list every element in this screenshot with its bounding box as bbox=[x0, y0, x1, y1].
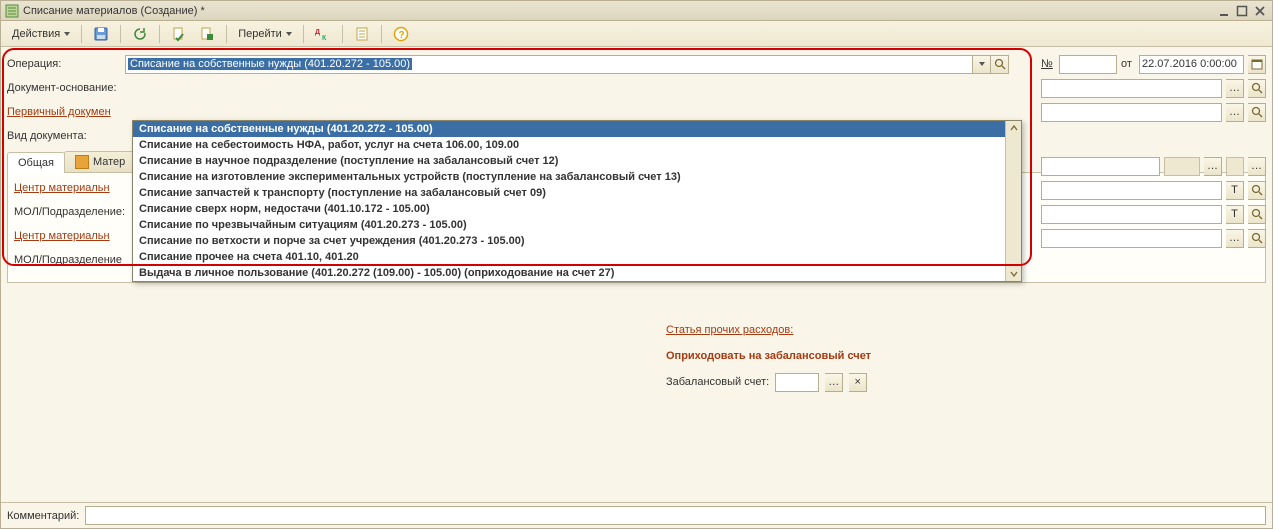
dropdown-item[interactable]: Списание по чрезвычайным ситуациям (401.… bbox=[133, 217, 1021, 233]
r-field-3[interactable] bbox=[1041, 157, 1160, 176]
operation-label: Операция: bbox=[7, 58, 125, 70]
dropdown-item[interactable]: Списание прочее на счета 401.10, 401.20 bbox=[133, 249, 1021, 265]
grid-icon bbox=[75, 155, 89, 169]
r-field-2[interactable] bbox=[1041, 103, 1222, 122]
post-close-button[interactable] bbox=[194, 24, 220, 44]
comment-label: Комментарий: bbox=[7, 510, 79, 522]
app-icon bbox=[5, 4, 19, 18]
r-field-1[interactable] bbox=[1041, 79, 1222, 98]
dropdown-item[interactable]: Списание на себестоимость НФА, работ, ус… bbox=[133, 137, 1021, 153]
bottom-bar: Комментарий: bbox=[1, 502, 1272, 528]
r-field-6-search[interactable] bbox=[1248, 229, 1266, 248]
dtkt-button[interactable]: ДК bbox=[310, 24, 336, 44]
refresh-icon bbox=[132, 26, 148, 42]
post-button[interactable] bbox=[166, 24, 192, 44]
save-button[interactable] bbox=[88, 24, 114, 44]
offbalance-select[interactable]: … bbox=[825, 373, 843, 392]
svg-text:К: К bbox=[322, 35, 327, 42]
comment-input[interactable] bbox=[85, 506, 1266, 525]
app-window: Списание материалов (Создание) * Действи… bbox=[0, 0, 1273, 529]
content-area: Операция: Списание на собственные нужды … bbox=[1, 47, 1272, 502]
r-field-2-select[interactable]: … bbox=[1226, 103, 1244, 122]
svg-text:?: ? bbox=[398, 30, 404, 41]
minimize-button[interactable] bbox=[1216, 4, 1232, 18]
other-expense-link[interactable]: Статья прочих расходов: bbox=[666, 324, 793, 336]
operation-selected-text: Списание на собственные нужды (401.20.27… bbox=[128, 58, 412, 70]
scroll-down-icon[interactable] bbox=[1007, 267, 1021, 281]
number-input[interactable] bbox=[1059, 55, 1117, 74]
refresh-button[interactable] bbox=[127, 24, 153, 44]
window-title: Списание материалов (Создание) * bbox=[23, 5, 1214, 17]
actions-menu-button[interactable]: Действия bbox=[7, 24, 75, 44]
disk-icon bbox=[93, 26, 109, 42]
goto-menu-button[interactable]: Перейти bbox=[233, 24, 297, 44]
r-field-3-grey2 bbox=[1226, 157, 1244, 176]
offbalance-clear[interactable]: × bbox=[849, 373, 867, 392]
report-icon bbox=[354, 26, 370, 42]
mol1-label: МОЛ/Подразделение: bbox=[14, 206, 132, 218]
scroll-up-icon[interactable] bbox=[1007, 121, 1021, 135]
date-input[interactable]: 22.07.2016 0:00:00 bbox=[1139, 55, 1244, 74]
date-picker-button[interactable] bbox=[1248, 55, 1266, 74]
dropdown-item[interactable]: Списание по ветхости и порче за счет учр… bbox=[133, 233, 1021, 249]
dropdown-item[interactable]: Списание на изготовление экспериментальн… bbox=[133, 169, 1021, 185]
offbalance-input[interactable] bbox=[775, 373, 819, 392]
document-check-icon bbox=[171, 26, 187, 42]
operation-dropdown-button[interactable] bbox=[973, 55, 991, 74]
r-field-4-search[interactable] bbox=[1248, 181, 1266, 200]
r-field-3-select[interactable]: … bbox=[1204, 157, 1222, 176]
right-panel: № от 22.07.2016 0:00:00 … … bbox=[1041, 53, 1266, 249]
document-post-icon bbox=[199, 26, 215, 42]
maximize-button[interactable] bbox=[1234, 4, 1250, 18]
tab-general[interactable]: Общая bbox=[7, 152, 65, 173]
r-field-1-search[interactable] bbox=[1248, 79, 1266, 98]
offbalance-header: Оприходовать на забалансовый счет bbox=[666, 350, 871, 362]
r-field-3-select2[interactable]: … bbox=[1248, 157, 1266, 176]
dropdown-item[interactable]: Списание в научное подразделение (поступ… bbox=[133, 153, 1021, 169]
dropdown-item[interactable]: Списание на собственные нужды (401.20.27… bbox=[133, 121, 1021, 137]
lower-right-block: Статья прочих расходов: Оприходовать на … bbox=[666, 319, 1266, 393]
chevron-down-icon bbox=[979, 62, 985, 66]
center2-link[interactable]: Центр материальн bbox=[14, 230, 132, 242]
dtkt-icon: ДК bbox=[315, 26, 331, 42]
dropdown-list[interactable]: Списание на собственные нужды (401.20.27… bbox=[133, 121, 1021, 281]
number-label: № bbox=[1041, 58, 1055, 70]
dropdown-item[interactable]: Списание сверх норм, недостачи (401.10.1… bbox=[133, 201, 1021, 217]
r-field-5[interactable] bbox=[1041, 205, 1222, 224]
toolbar: Действия Перейти bbox=[1, 21, 1272, 47]
help-button[interactable]: ? bbox=[388, 24, 414, 44]
help-icon: ? bbox=[393, 26, 409, 42]
r-field-5-t[interactable]: T bbox=[1226, 205, 1244, 224]
r-field-1-select[interactable]: … bbox=[1226, 79, 1244, 98]
doc-basis-label: Документ-основание: bbox=[7, 82, 125, 94]
from-label: от bbox=[1121, 58, 1135, 70]
r-field-2-search[interactable] bbox=[1248, 103, 1266, 122]
close-button[interactable] bbox=[1252, 4, 1268, 18]
report-button[interactable] bbox=[349, 24, 375, 44]
r-field-3-grey bbox=[1164, 157, 1200, 176]
r-field-6-select[interactable]: … bbox=[1226, 229, 1244, 248]
svg-text:Д: Д bbox=[315, 29, 320, 36]
doc-type-label: Вид документа: bbox=[7, 130, 125, 142]
r-field-4[interactable] bbox=[1041, 181, 1222, 200]
dropdown-item[interactable]: Выдача в личное пользование (401.20.272 … bbox=[133, 265, 1021, 281]
offbalance-acc-label: Забалансовый счет: bbox=[666, 376, 769, 388]
r-field-4-t[interactable]: T bbox=[1226, 181, 1244, 200]
primary-doc-link[interactable]: Первичный докумен bbox=[7, 106, 125, 118]
r-field-5-search[interactable] bbox=[1248, 205, 1266, 224]
dropdown-scrollbar[interactable] bbox=[1005, 121, 1021, 281]
center1-link[interactable]: Центр материальн bbox=[14, 182, 132, 194]
title-bar: Списание материалов (Создание) * bbox=[1, 1, 1272, 21]
operation-input[interactable]: Списание на собственные нужды (401.20.27… bbox=[125, 55, 973, 74]
r-field-6[interactable] bbox=[1041, 229, 1222, 248]
operation-search-button[interactable] bbox=[991, 55, 1009, 74]
operation-field-wrap: Списание на собственные нужды (401.20.27… bbox=[125, 55, 1009, 74]
dropdown-item[interactable]: Списание запчастей к транспорту (поступл… bbox=[133, 185, 1021, 201]
mol2-label: МОЛ/Подразделение bbox=[14, 254, 132, 266]
chevron-down-icon bbox=[286, 32, 292, 36]
tab-materials[interactable]: Матер bbox=[64, 151, 136, 172]
operation-dropdown: Списание на собственные нужды (401.20.27… bbox=[132, 120, 1022, 282]
chevron-down-icon bbox=[64, 32, 70, 36]
